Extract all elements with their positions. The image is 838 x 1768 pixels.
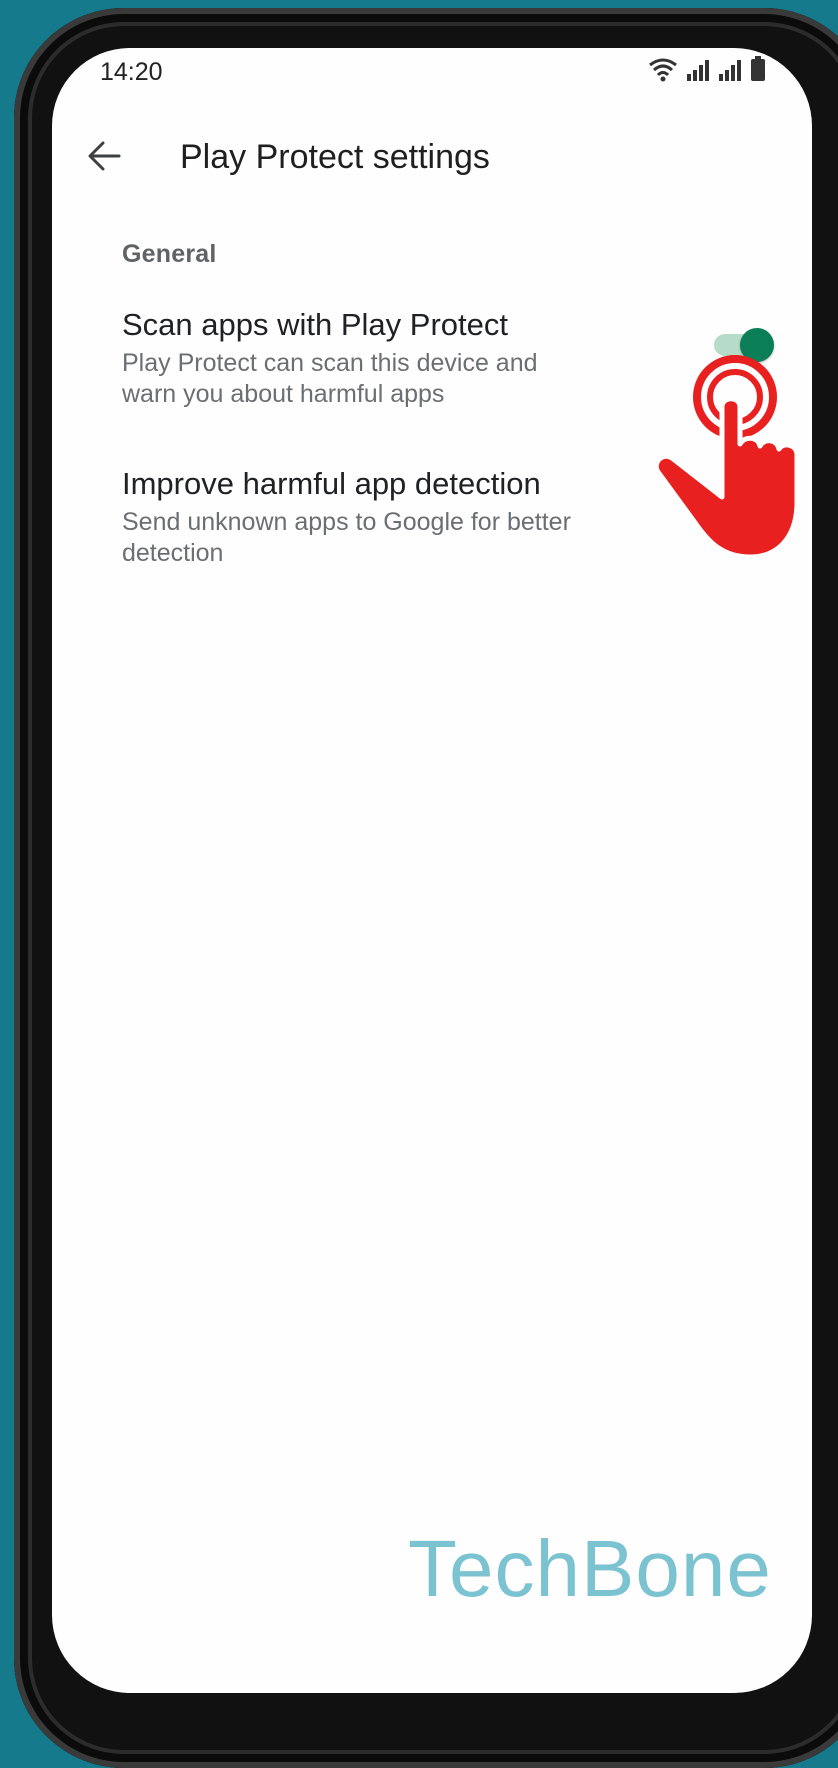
app-bar: Play Protect settings <box>52 118 812 198</box>
signal-icon <box>686 58 710 87</box>
back-button[interactable] <box>76 130 132 186</box>
wifi-icon <box>648 56 678 87</box>
signal-icon <box>718 58 742 87</box>
setting-description: Play Protect can scan this device and wa… <box>122 349 538 408</box>
arrow-left-icon <box>87 141 121 176</box>
setting-description: Send unknown apps to Google for better d… <box>122 508 571 567</box>
status-time: 14:20 <box>100 58 163 86</box>
tap-hand-icon <box>640 352 820 572</box>
section-header-general: General <box>122 240 217 268</box>
page-title: Play Protect settings <box>180 138 490 176</box>
watermark-text: TechBone <box>408 1524 772 1613</box>
setting-title: Scan apps with Play Protect <box>122 307 508 342</box>
phone-screen: 14:20 Play Protect settings General Scan… <box>52 48 812 1693</box>
status-icons <box>648 56 766 87</box>
battery-icon <box>750 56 766 87</box>
